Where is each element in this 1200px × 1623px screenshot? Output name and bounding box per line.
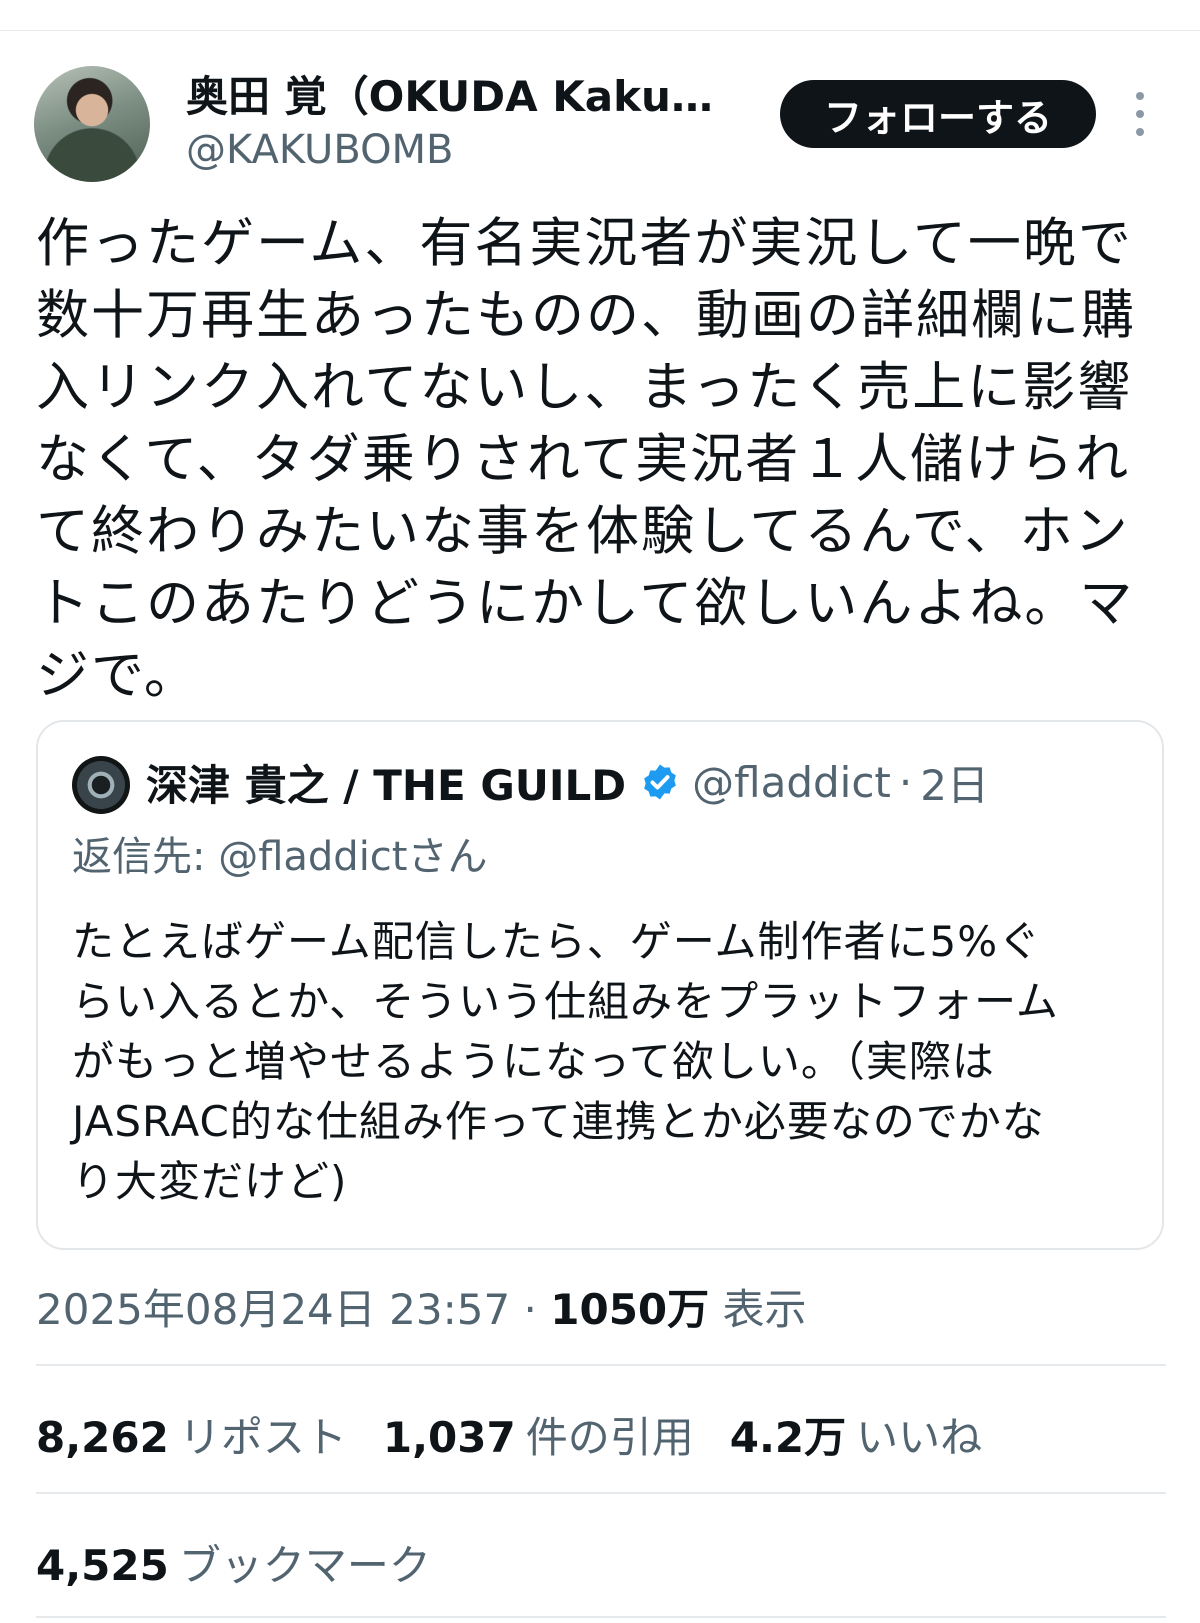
divider (36, 1364, 1166, 1366)
verified-icon (644, 764, 676, 800)
engagement-stats: 8,262 リポスト 1,037 件の引用 4.2万 いいね (36, 1404, 982, 1465)
quotes-stat[interactable]: 1,037 件の引用 (383, 1404, 694, 1465)
reposts-count: 8,262 (36, 1413, 169, 1462)
reply-to-line: 返信先: @fladdictさん (72, 824, 487, 882)
quoted-tweet-text: たとえばゲーム配信したら、ゲーム制作者に5%ぐ らい入るとか、そういう仕組みをプ… (72, 917, 1059, 1206)
reply-to-label: 返信先: (72, 834, 206, 880)
bookmarks-label: ブックマーク (178, 1541, 431, 1590)
author-avatar[interactable] (34, 66, 150, 182)
quoted-tweet-time[interactable]: 2日 (920, 752, 989, 813)
tweet-meta: 2025年08月24日 23:57 · 1050万 表示 (36, 1276, 807, 1337)
reposts-label: リポスト (178, 1413, 347, 1462)
author-handle[interactable]: @KAKUBOMB (186, 126, 454, 174)
bookmarks-count: 4,525 (36, 1541, 169, 1590)
quoted-tweet-header: 深津 貴之 / THE GUILD @fladdict · 2日 (146, 752, 989, 812)
likes-stat[interactable]: 4.2万 いいね (730, 1404, 982, 1465)
follow-button[interactable]: フォローする (780, 80, 1096, 148)
quoted-tweet-card[interactable]: 深津 貴之 / THE GUILD @fladdict · 2日 返信先: @f… (36, 720, 1164, 1250)
quoted-author-name[interactable]: 深津 貴之 / THE GUILD (146, 752, 626, 813)
quotes-label: 件の引用 (525, 1413, 694, 1462)
reply-to-mention[interactable]: @fladdictさん (218, 834, 487, 880)
meta-separator: · (523, 1285, 537, 1334)
tweet-timestamp[interactable]: 2025年08月24日 23:57 (36, 1285, 510, 1334)
top-divider (0, 30, 1200, 31)
reposts-stat[interactable]: 8,262 リポスト (36, 1404, 347, 1465)
bookmarks-stat[interactable]: 4,525 ブックマーク (36, 1532, 431, 1593)
divider (36, 1492, 1166, 1494)
likes-count: 4.2万 (729, 1413, 847, 1462)
likes-label: いいね (856, 1413, 983, 1462)
quotes-count: 1,037 (382, 1413, 516, 1462)
more-icon[interactable] (1128, 92, 1152, 136)
author-name[interactable]: 奥田 覚（OKUDA Kaku)... (186, 72, 726, 122)
tweet-text: 作ったゲーム、有名実況者が実況して一晩で 数十万再生あったものの、動画の詳細欄に… (36, 213, 1136, 706)
divider (36, 1616, 1166, 1618)
quoted-author-handle[interactable]: @fladdict (692, 758, 891, 807)
separator-dot: · (898, 757, 913, 807)
views-count: 1050万 (550, 1285, 710, 1334)
views-label: 表示 (722, 1285, 807, 1334)
quoted-author-avatar[interactable] (72, 756, 130, 814)
